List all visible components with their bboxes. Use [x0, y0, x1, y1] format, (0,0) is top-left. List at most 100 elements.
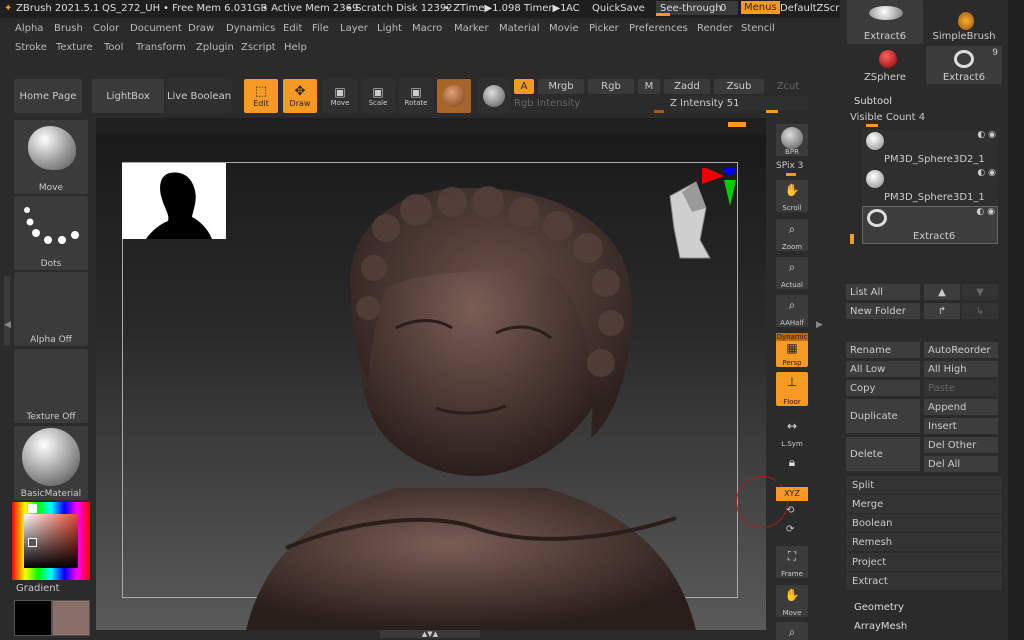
- menu-stroke[interactable]: Stroke: [15, 42, 47, 53]
- subtool-eye-icon[interactable]: ◐ ◉: [977, 168, 996, 178]
- lightbox-button[interactable]: LightBox: [92, 79, 164, 113]
- move-down-icon[interactable]: ▼: [962, 284, 998, 300]
- del-other-button[interactable]: Del Other: [924, 437, 998, 453]
- menu-transform[interactable]: Transform: [136, 42, 186, 53]
- zsub-toggle[interactable]: Zsub: [714, 79, 764, 94]
- subtool-item[interactable]: ◐ ◉ PM3D_Sphere3D2_1: [862, 130, 998, 168]
- spix-slider[interactable]: [786, 173, 796, 176]
- frame-button[interactable]: ⛶ Frame: [776, 546, 808, 578]
- menu-marker[interactable]: Marker: [454, 23, 489, 34]
- zoom3d-button[interactable]: ⌕: [776, 622, 808, 640]
- merge-section[interactable]: Merge: [846, 495, 1002, 513]
- menu-help[interactable]: Help: [284, 42, 307, 53]
- menu-movie[interactable]: Movie: [549, 23, 579, 34]
- tool-simplebrush[interactable]: SimpleBrush: [926, 0, 1002, 44]
- menu-stencil[interactable]: Stencil: [741, 23, 775, 34]
- bpr-button[interactable]: BPR: [776, 124, 808, 156]
- draw-button[interactable]: ✥ Draw: [283, 79, 317, 113]
- menu-brush[interactable]: Brush: [54, 23, 83, 34]
- m-toggle[interactable]: M: [638, 79, 660, 94]
- primary-color-swatch[interactable]: [52, 600, 90, 636]
- rgb-toggle[interactable]: Rgb: [588, 79, 634, 94]
- brush-slot[interactable]: Move: [14, 120, 88, 194]
- split-section[interactable]: Split: [846, 476, 1002, 494]
- menu-macro[interactable]: Macro: [412, 23, 442, 34]
- menu-zplugin[interactable]: Zplugin: [196, 42, 234, 53]
- live-boolean-button[interactable]: Live Boolean: [166, 79, 232, 113]
- rotate-button[interactable]: ▣ Rotate: [399, 79, 433, 113]
- menu-light[interactable]: Light: [377, 23, 402, 34]
- canvas[interactable]: [96, 118, 788, 630]
- menu-draw[interactable]: Draw: [188, 23, 214, 34]
- folder-return-icon[interactable]: ↳: [962, 303, 998, 319]
- paste-button[interactable]: Paste: [924, 380, 998, 396]
- z-intensity-slider[interactable]: Z Intensity 51: [670, 96, 808, 111]
- bottom-tray-handle[interactable]: ▲▼▲: [380, 630, 480, 638]
- scale-button[interactable]: ▣ Scale: [361, 79, 395, 113]
- menu-texture[interactable]: Texture: [56, 42, 93, 53]
- menu-picker[interactable]: Picker: [589, 23, 619, 34]
- navigation-gizmo[interactable]: [656, 163, 746, 268]
- copy-button[interactable]: Copy: [846, 380, 920, 396]
- lsym-button[interactable]: ↔ L.Sym: [776, 416, 808, 448]
- del-all-button[interactable]: Del All: [924, 456, 998, 472]
- quicksave-button[interactable]: QuickSave: [592, 3, 645, 14]
- move-view-button[interactable]: ✋ Move: [776, 585, 808, 617]
- xyz-button[interactable]: XYZ: [776, 487, 808, 501]
- visible-count-slider[interactable]: [866, 124, 878, 127]
- secondary-color-swatch[interactable]: [14, 600, 52, 636]
- subtool-item[interactable]: ◐ ◉ PM3D_Sphere3D1_1: [862, 168, 998, 206]
- autoreorder-button[interactable]: AutoReorder: [924, 342, 998, 358]
- append-button[interactable]: Append: [924, 399, 998, 415]
- project-section[interactable]: Project: [846, 553, 1002, 571]
- delete-button[interactable]: Delete: [846, 437, 920, 471]
- list-all-button[interactable]: List All: [846, 284, 920, 300]
- a-toggle[interactable]: A: [514, 79, 534, 94]
- left-tray-handle[interactable]: [4, 276, 10, 346]
- new-folder-button[interactable]: New Folder: [846, 303, 920, 319]
- color-picker[interactable]: [12, 502, 90, 580]
- move-up-icon[interactable]: ▲: [924, 284, 960, 300]
- all-low-button[interactable]: All Low: [846, 361, 920, 377]
- material-slot[interactable]: BasicMaterial: [14, 426, 88, 500]
- persp-button[interactable]: Dynamic ▦ Persp: [776, 333, 808, 367]
- menu-layer[interactable]: Layer: [340, 23, 368, 34]
- rgb-intensity-slider[interactable]: Rgb Intensity: [514, 96, 664, 111]
- duplicate-button[interactable]: Duplicate: [846, 399, 920, 433]
- menu-document[interactable]: Document: [130, 23, 182, 34]
- menu-dynamics[interactable]: Dynamics: [226, 23, 275, 34]
- zadd-toggle[interactable]: Zadd: [664, 79, 710, 94]
- tool-extract6-top[interactable]: Extract6: [847, 0, 923, 44]
- mrgb-toggle[interactable]: Mrgb: [538, 79, 584, 94]
- menu-zscript[interactable]: Zscript: [241, 42, 276, 53]
- color-picker-handle-secondary[interactable]: [28, 538, 37, 547]
- alpha-slot[interactable]: Alpha Off: [14, 272, 88, 346]
- color-picker-handle[interactable]: [28, 504, 37, 513]
- zoom-button[interactable]: ⌕ Zoom: [776, 219, 808, 251]
- rename-button[interactable]: Rename: [846, 342, 920, 358]
- zcut-toggle[interactable]: Zcut: [768, 79, 808, 94]
- edit-button[interactable]: ⬚ Edit: [244, 79, 278, 113]
- menu-file[interactable]: File: [312, 23, 329, 34]
- menu-render[interactable]: Render: [697, 23, 733, 34]
- geometry-section[interactable]: Geometry: [854, 602, 904, 613]
- stroke-button[interactable]: [477, 79, 511, 113]
- rotate-y-icon[interactable]: ⟲: [786, 505, 794, 516]
- menu-alpha[interactable]: Alpha: [15, 23, 43, 34]
- boolean-section[interactable]: Boolean: [846, 514, 1002, 532]
- left-tray-arrow-icon[interactable]: ◀: [4, 320, 11, 330]
- menus-button[interactable]: Menus: [741, 1, 780, 14]
- lock-button[interactable]: 🔒︎: [776, 452, 808, 484]
- texture-slot[interactable]: Texture Off: [14, 349, 88, 423]
- right-tray-arrow-icon[interactable]: ▶: [816, 320, 823, 330]
- scroll-button[interactable]: ✋ Scroll: [776, 180, 808, 212]
- remesh-section[interactable]: Remesh: [846, 533, 1002, 551]
- all-high-button[interactable]: All High: [924, 361, 998, 377]
- menu-material[interactable]: Material: [499, 23, 540, 34]
- menu-color[interactable]: Color: [93, 23, 119, 34]
- subtool-eye-icon[interactable]: ◐ ◉: [977, 130, 996, 140]
- extract-section[interactable]: Extract: [846, 572, 1002, 590]
- insert-button[interactable]: Insert: [924, 418, 998, 434]
- floor-button[interactable]: ⊥ Floor: [776, 372, 808, 406]
- move-button[interactable]: ▣ Move: [323, 79, 357, 113]
